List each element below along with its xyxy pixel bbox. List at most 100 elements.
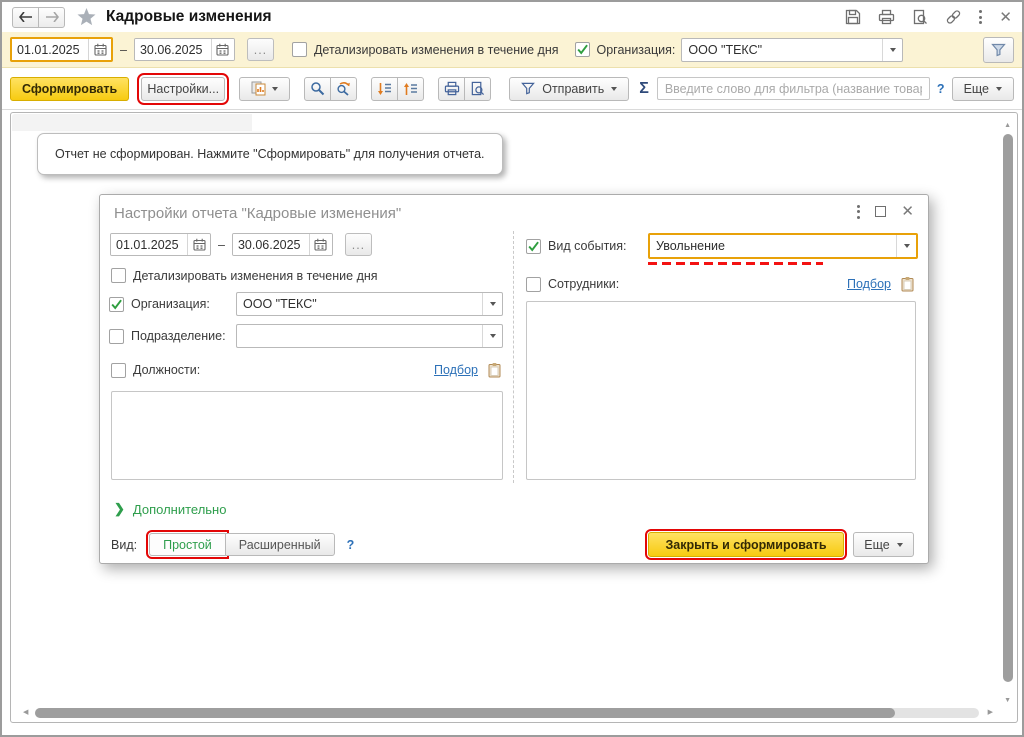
scroll-left-arrow[interactable]: ◀ <box>23 709 28 716</box>
send-button[interactable]: Отправить <box>509 76 630 101</box>
find-button[interactable] <box>304 76 332 101</box>
back-button[interactable] <box>12 6 39 28</box>
find-next-button[interactable] <box>330 76 358 101</box>
dialog-org-label[interactable]: Организация: <box>131 297 210 311</box>
positions-listbox[interactable] <box>111 391 503 480</box>
dialog-more-icon[interactable] <box>857 204 861 219</box>
print-preview-button[interactable] <box>464 76 492 101</box>
dialog-close-icon[interactable]: ✕ <box>901 204 914 219</box>
more-menu-icon[interactable] <box>979 10 983 24</box>
dialog-period-from-input[interactable] <box>111 234 187 255</box>
dialog-org-combo-dropdown[interactable] <box>482 293 502 315</box>
sum-button[interactable]: Σ <box>639 80 649 98</box>
calendar-icon[interactable] <box>210 39 234 60</box>
dialog-employees-checkbox[interactable] <box>526 276 541 292</box>
period-from-input[interactable] <box>12 39 88 60</box>
forward-button[interactable] <box>38 6 65 28</box>
scroll-right-arrow[interactable]: ▶ <box>988 709 993 716</box>
vertical-scrollbar-thumb[interactable] <box>1003 134 1013 682</box>
report-settings-dialog: Настройки отчета "Кадровые изменения" ✕ … <box>99 194 929 564</box>
preview-icon[interactable] <box>912 9 928 25</box>
horizontal-scrollbar-track[interactable] <box>35 708 979 718</box>
dialog-more-button[interactable]: Еще <box>853 532 914 557</box>
dialog-detail-label[interactable]: Детализировать изменения в течение дня <box>133 269 378 283</box>
view-extended-button[interactable]: Расширенный <box>224 533 335 556</box>
calendar-icon[interactable] <box>308 234 332 255</box>
org-checkbox[interactable] <box>574 42 590 57</box>
sort-desc-icon <box>378 82 392 95</box>
filter-settings-button[interactable] <box>983 36 1014 63</box>
dialog-event-checkbox[interactable] <box>526 238 541 254</box>
dialog-department-checkbox[interactable] <box>109 328 124 344</box>
report-toolbar: Сформировать Настройки... Отправить Σ Вв… <box>2 68 1022 110</box>
dialog-department-combo <box>236 324 503 348</box>
period-to-field <box>133 38 235 61</box>
dialog-period-to-input[interactable] <box>232 234 309 255</box>
chevron-down-icon <box>896 542 903 547</box>
dialog-more-button-label: Еще <box>864 537 890 552</box>
scroll-down-arrow[interactable]: ▼ <box>1004 697 1011 704</box>
calendar-icon[interactable] <box>187 234 210 255</box>
dialog-org-combo: ООО "ТЕКС" <box>236 292 503 316</box>
close-and-generate-button[interactable]: Закрыть и сформировать <box>645 529 847 560</box>
dialog-positions-checkbox[interactable] <box>111 362 126 378</box>
settings-button[interactable]: Настройки... <box>137 72 230 105</box>
dialog-help-button[interactable]: ? <box>347 538 355 552</box>
dialog-event-combo-dropdown[interactable] <box>896 235 916 257</box>
horizontal-scrollbar-thumb[interactable] <box>35 708 895 718</box>
detail-checkbox-label[interactable]: Детализировать изменения в течение дня <box>314 43 559 57</box>
sort-group <box>371 76 425 101</box>
sort-asc-button[interactable] <box>397 76 425 101</box>
dialog-maximize-icon[interactable] <box>875 206 887 217</box>
employees-pick-clipboard-icon[interactable] <box>900 276 916 292</box>
save-icon[interactable] <box>845 9 861 25</box>
scroll-up-arrow[interactable]: ▲ <box>1004 122 1011 129</box>
detail-filter: Детализировать изменения в течение дня <box>291 42 559 57</box>
view-simple-button[interactable]: Простой <box>146 530 229 559</box>
period-more-button[interactable]: ... <box>246 38 274 61</box>
sort-desc-button[interactable] <box>371 76 399 101</box>
dialog-org-row: Организация: ООО "ТЕКС" <box>109 292 503 316</box>
help-button[interactable]: ? <box>937 82 945 96</box>
calendar-icon[interactable] <box>88 39 111 60</box>
send-button-label: Отправить <box>542 81 605 96</box>
chevron-down-icon <box>611 86 618 91</box>
more-button-label: Еще <box>963 81 989 96</box>
get-link-icon[interactable] <box>945 9 962 25</box>
employees-pick-link[interactable]: Подбор <box>847 277 891 291</box>
favorite-star-icon[interactable] <box>77 8 96 26</box>
dialog-employees-label[interactable]: Сотрудники: <box>548 277 619 291</box>
org-combo-dropdown[interactable] <box>882 38 902 61</box>
search-icon <box>311 82 325 96</box>
detail-checkbox[interactable] <box>291 42 307 57</box>
org-checkbox-label[interactable]: Организация: <box>597 43 676 57</box>
dialog-event-label[interactable]: Вид события: <box>548 239 627 253</box>
nav-buttons <box>12 6 65 28</box>
dialog-org-checkbox[interactable] <box>109 296 124 312</box>
generate-button[interactable]: Сформировать <box>10 76 130 101</box>
chevron-down-icon <box>996 86 1002 91</box>
dialog-detail-row: Детализировать изменения в течение дня <box>111 268 378 283</box>
dialog-period-more-button[interactable]: ... <box>344 233 372 256</box>
dialog-detail-checkbox[interactable] <box>111 268 126 283</box>
print-icon[interactable] <box>878 9 895 25</box>
dialog-event-combo-value[interactable]: Увольнение <box>650 239 896 253</box>
employees-listbox[interactable] <box>526 301 916 480</box>
print-button[interactable] <box>438 76 466 101</box>
filter-word-input[interactable] <box>656 77 930 100</box>
close-icon[interactable]: ✕ <box>999 10 1012 25</box>
positions-pick-link[interactable]: Подбор <box>434 363 478 377</box>
preview-icon <box>471 81 485 96</box>
dialog-period-to-field <box>231 233 333 256</box>
additional-section-toggle[interactable]: ❯ Дополнительно <box>114 501 226 517</box>
dialog-department-label[interactable]: Подразделение: <box>131 329 226 343</box>
period-to-input[interactable] <box>134 39 211 60</box>
org-combo-value[interactable]: ООО "ТЕКС" <box>682 43 882 57</box>
positions-pick-clipboard-icon[interactable] <box>487 362 503 378</box>
dialog-department-combo-dropdown[interactable] <box>482 325 502 347</box>
report-variants-button[interactable] <box>239 76 291 101</box>
more-button[interactable]: Еще <box>951 76 1014 101</box>
dialog-positions-label[interactable]: Должности: <box>133 363 200 377</box>
sort-asc-icon <box>404 82 418 95</box>
dialog-org-combo-value[interactable]: ООО "ТЕКС" <box>237 297 482 311</box>
